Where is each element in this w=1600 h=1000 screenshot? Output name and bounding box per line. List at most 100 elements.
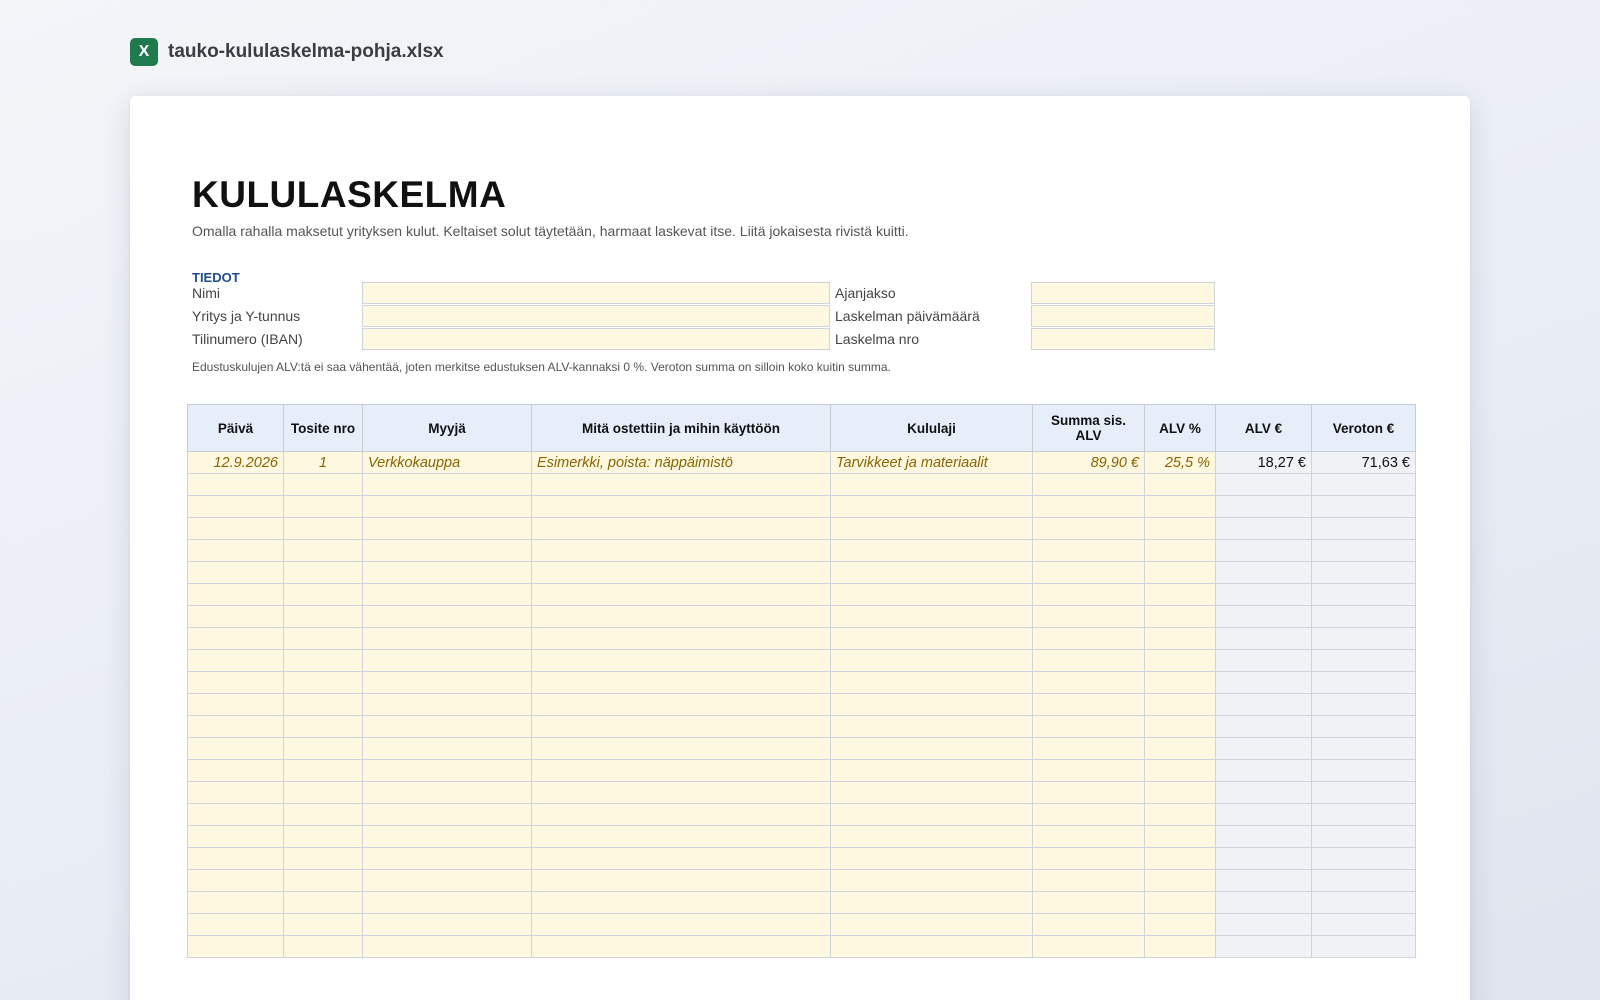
cell-vat-percent[interactable] [1144, 869, 1216, 892]
cell-description[interactable] [531, 715, 831, 738]
cell-description[interactable] [531, 891, 831, 914]
cell-seller[interactable]: Verkkokauppa [362, 451, 532, 474]
cell-net-amount[interactable] [1311, 583, 1416, 606]
cell-seller[interactable] [362, 715, 532, 738]
cell-vat-amount[interactable] [1215, 869, 1312, 892]
cell-description[interactable] [531, 935, 831, 958]
cell-receipt-number[interactable] [283, 935, 363, 958]
cell-vat-percent[interactable] [1144, 473, 1216, 496]
cell-total-incl-vat[interactable] [1032, 803, 1145, 826]
cell-description[interactable] [531, 693, 831, 716]
cell-expense-type[interactable] [830, 759, 1033, 782]
cell-vat-amount[interactable] [1215, 583, 1312, 606]
cell-seller[interactable] [362, 803, 532, 826]
cell-vat-amount[interactable] [1215, 759, 1312, 782]
cell-receipt-number[interactable] [283, 517, 363, 540]
cell-net-amount[interactable] [1311, 517, 1416, 540]
cell-vat-percent[interactable] [1144, 759, 1216, 782]
info-cell-date[interactable] [1031, 305, 1215, 327]
cell-date[interactable] [187, 495, 284, 518]
cell-date[interactable] [187, 803, 284, 826]
cell-vat-amount[interactable] [1215, 781, 1312, 804]
cell-date[interactable] [187, 605, 284, 628]
cell-vat-percent[interactable] [1144, 561, 1216, 584]
cell-net-amount[interactable] [1311, 803, 1416, 826]
cell-total-incl-vat[interactable] [1032, 517, 1145, 540]
cell-receipt-number[interactable] [283, 583, 363, 606]
cell-date[interactable] [187, 891, 284, 914]
cell-total-incl-vat[interactable] [1032, 825, 1145, 848]
cell-receipt-number[interactable] [283, 693, 363, 716]
cell-seller[interactable] [362, 891, 532, 914]
cell-receipt-number[interactable] [283, 671, 363, 694]
cell-expense-type[interactable] [830, 627, 1033, 650]
cell-seller[interactable] [362, 781, 532, 804]
cell-total-incl-vat[interactable] [1032, 869, 1145, 892]
cell-date[interactable] [187, 913, 284, 936]
info-cell-period[interactable] [1031, 282, 1215, 304]
cell-net-amount[interactable] [1311, 913, 1416, 936]
cell-expense-type[interactable] [830, 737, 1033, 760]
cell-expense-type[interactable] [830, 847, 1033, 870]
cell-description[interactable] [531, 517, 831, 540]
cell-vat-amount[interactable] [1215, 517, 1312, 540]
cell-description[interactable] [531, 627, 831, 650]
cell-expense-type[interactable] [830, 605, 1033, 628]
cell-description[interactable] [531, 583, 831, 606]
cell-vat-amount[interactable]: 18,27 € [1215, 451, 1312, 474]
cell-date[interactable] [187, 847, 284, 870]
cell-net-amount[interactable] [1311, 737, 1416, 760]
cell-net-amount[interactable] [1311, 605, 1416, 628]
cell-expense-type[interactable] [830, 715, 1033, 738]
cell-net-amount[interactable] [1311, 473, 1416, 496]
cell-date[interactable]: 12.9.2026 [187, 451, 284, 474]
cell-total-incl-vat[interactable] [1032, 649, 1145, 672]
cell-net-amount[interactable] [1311, 847, 1416, 870]
cell-receipt-number[interactable] [283, 649, 363, 672]
cell-date[interactable] [187, 781, 284, 804]
cell-seller[interactable] [362, 539, 532, 562]
cell-total-incl-vat[interactable] [1032, 935, 1145, 958]
cell-vat-percent[interactable] [1144, 671, 1216, 694]
cell-net-amount[interactable] [1311, 825, 1416, 848]
cell-net-amount[interactable] [1311, 539, 1416, 562]
cell-receipt-number[interactable] [283, 891, 363, 914]
cell-date[interactable] [187, 517, 284, 540]
cell-expense-type[interactable] [830, 781, 1033, 804]
cell-vat-percent[interactable] [1144, 517, 1216, 540]
cell-date[interactable] [187, 825, 284, 848]
cell-expense-type[interactable] [830, 495, 1033, 518]
cell-total-incl-vat[interactable] [1032, 759, 1145, 782]
cell-total-incl-vat[interactable] [1032, 693, 1145, 716]
cell-seller[interactable] [362, 627, 532, 650]
cell-vat-percent[interactable] [1144, 627, 1216, 650]
cell-expense-type[interactable] [830, 671, 1033, 694]
cell-vat-amount[interactable] [1215, 825, 1312, 848]
cell-total-incl-vat[interactable] [1032, 473, 1145, 496]
cell-net-amount[interactable] [1311, 627, 1416, 650]
cell-date[interactable] [187, 649, 284, 672]
cell-vat-amount[interactable] [1215, 847, 1312, 870]
cell-date[interactable] [187, 715, 284, 738]
cell-vat-amount[interactable] [1215, 539, 1312, 562]
info-cell-company[interactable] [362, 305, 830, 327]
cell-total-incl-vat[interactable] [1032, 891, 1145, 914]
cell-vat-amount[interactable] [1215, 627, 1312, 650]
cell-net-amount[interactable] [1311, 935, 1416, 958]
cell-net-amount[interactable] [1311, 715, 1416, 738]
cell-vat-amount[interactable] [1215, 561, 1312, 584]
cell-seller[interactable] [362, 693, 532, 716]
cell-vat-amount[interactable] [1215, 693, 1312, 716]
cell-vat-amount[interactable] [1215, 803, 1312, 826]
cell-date[interactable] [187, 693, 284, 716]
cell-receipt-number[interactable] [283, 539, 363, 562]
cell-date[interactable] [187, 935, 284, 958]
cell-vat-percent[interactable] [1144, 891, 1216, 914]
cell-expense-type[interactable] [830, 649, 1033, 672]
cell-total-incl-vat[interactable] [1032, 715, 1145, 738]
cell-net-amount[interactable] [1311, 781, 1416, 804]
cell-description[interactable] [531, 869, 831, 892]
cell-description[interactable] [531, 803, 831, 826]
cell-vat-amount[interactable] [1215, 671, 1312, 694]
cell-seller[interactable] [362, 671, 532, 694]
